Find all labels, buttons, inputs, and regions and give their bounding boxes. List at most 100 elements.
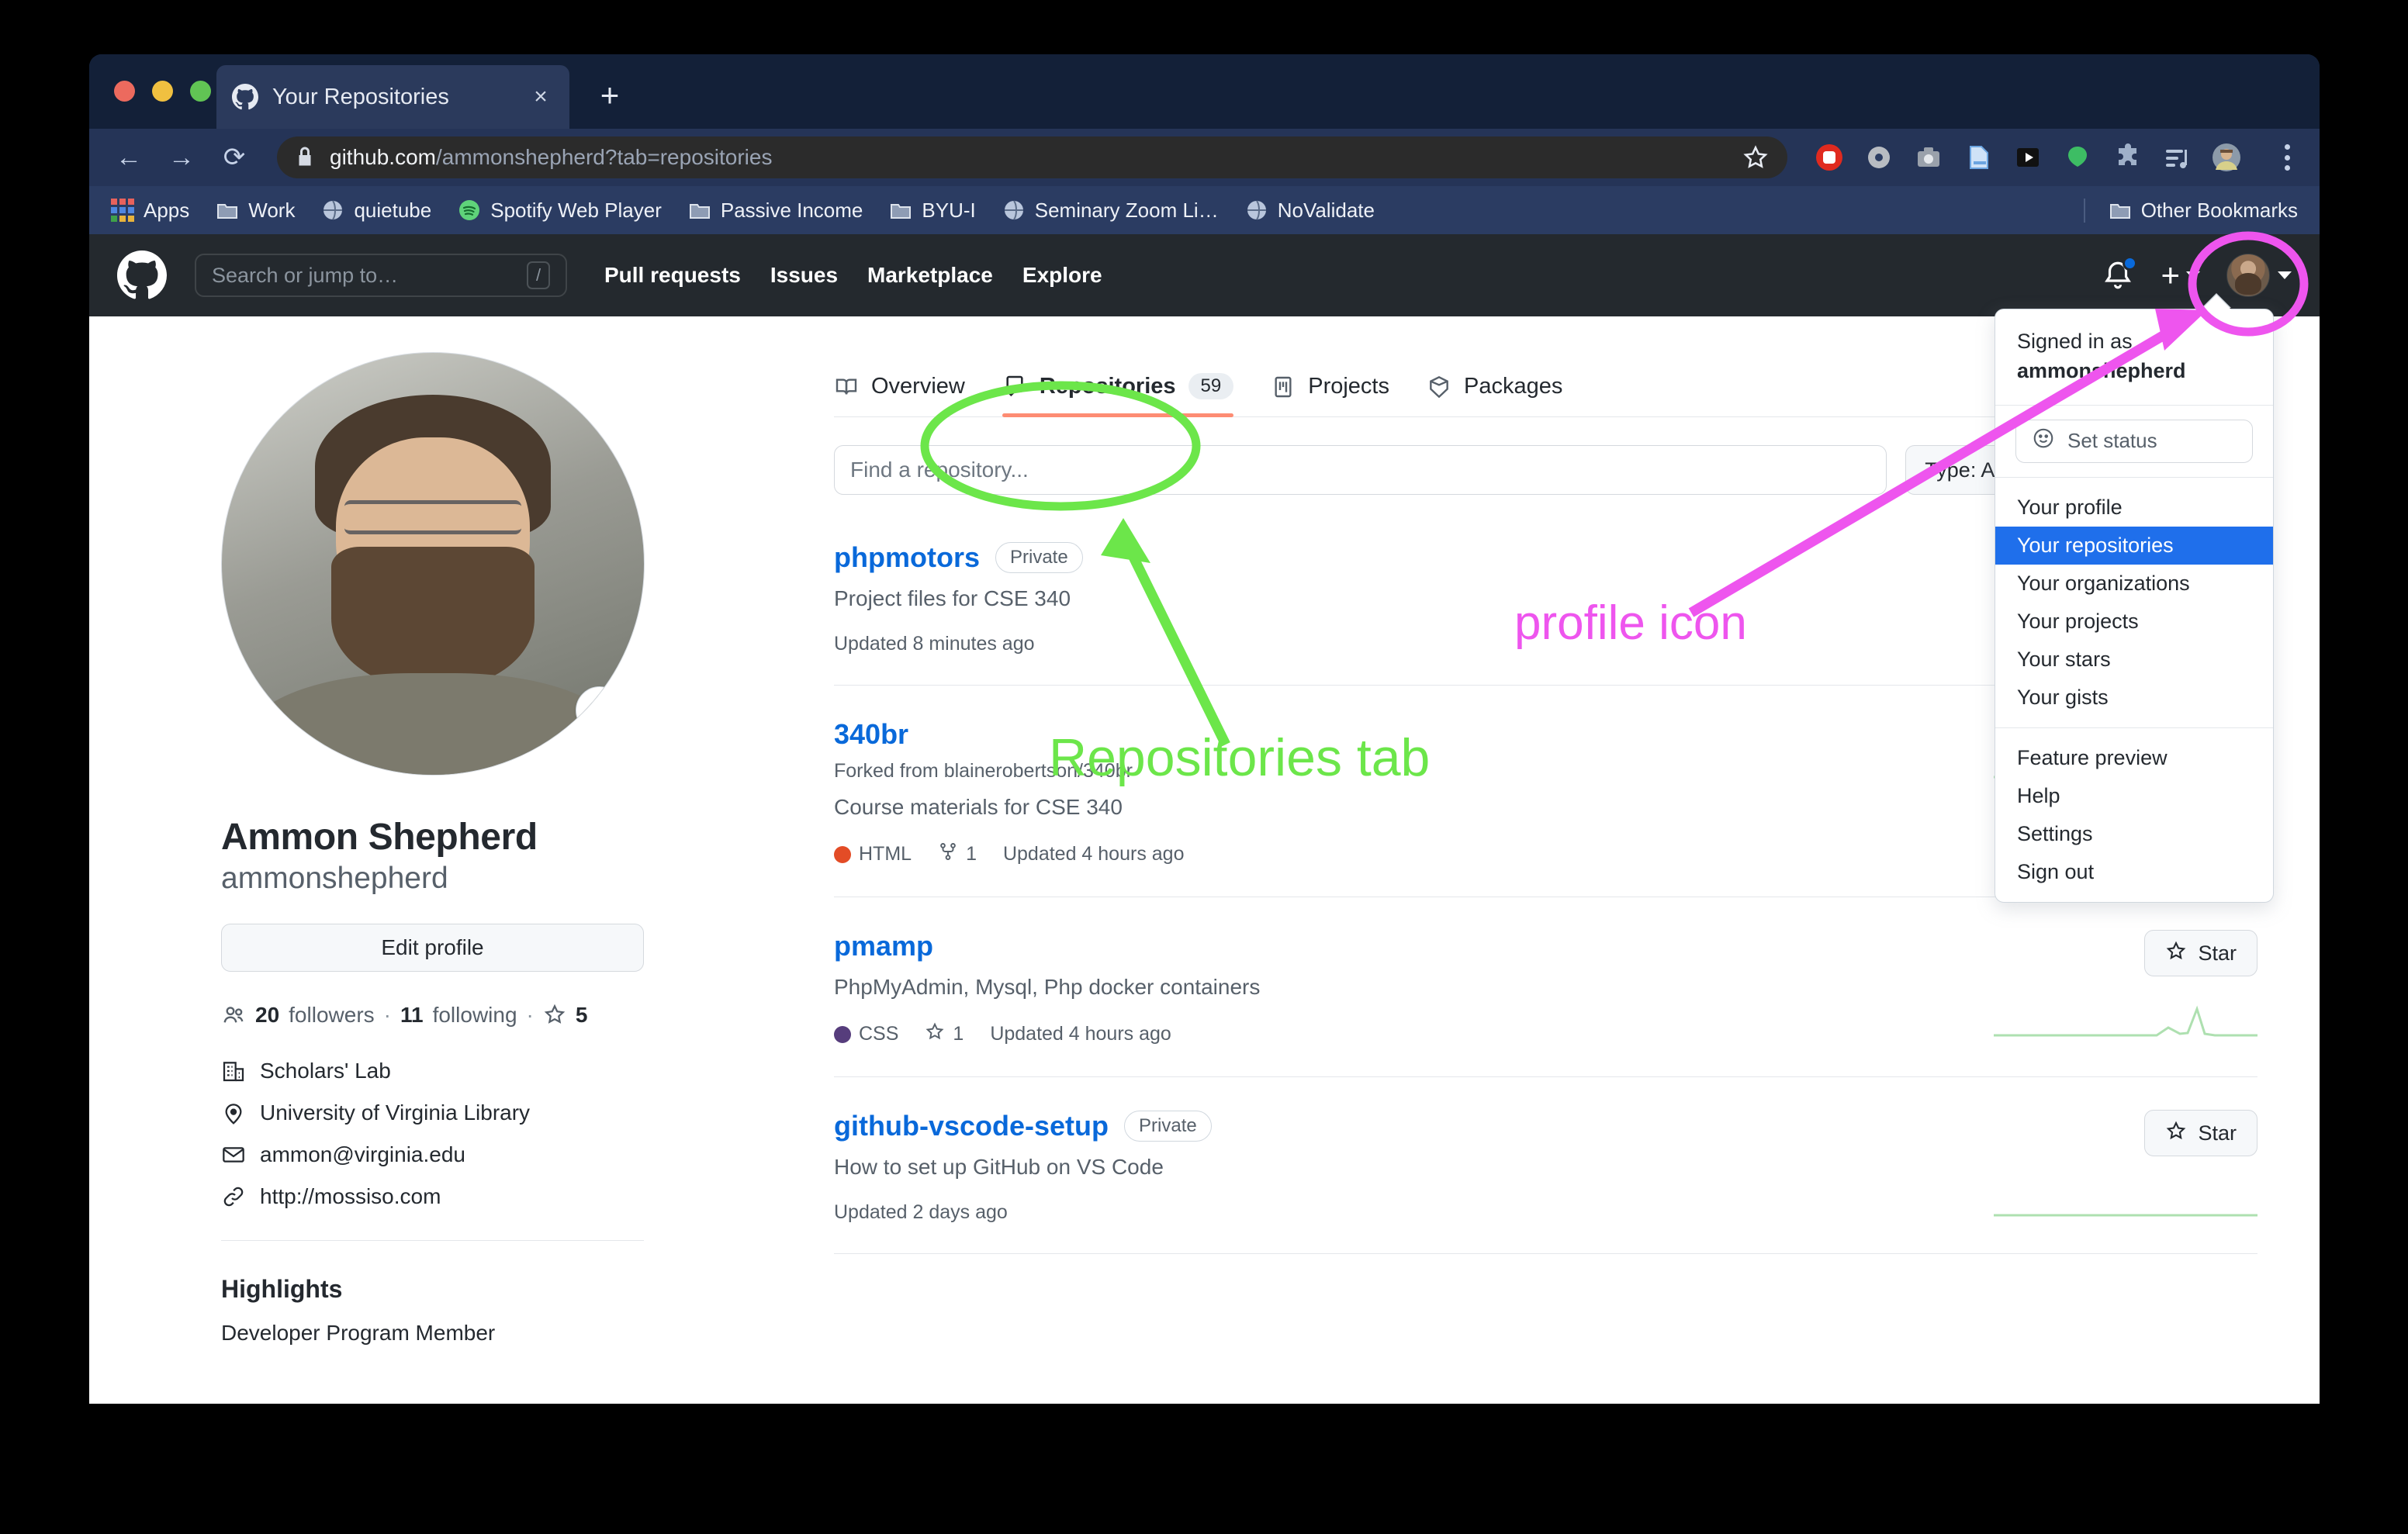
browser-address-bar: ← → ⟳ github.com/ammonshepherd?tab=repos… <box>89 129 2320 186</box>
browser-window: Your Repositories × + ← → ⟳ github.com/a… <box>89 54 2320 1404</box>
bookmark-quietube[interactable]: quietube <box>321 199 431 223</box>
profile-photo[interactable] <box>221 352 645 776</box>
notifications-button[interactable] <box>2102 256 2138 292</box>
gear-extension-icon[interactable] <box>1863 142 1894 173</box>
browser-tab[interactable]: Your Repositories × <box>216 65 569 129</box>
repository-meta: Updated 8 minutes ago <box>834 633 1932 655</box>
window-maximize-button[interactable] <box>190 81 211 102</box>
following-label[interactable]: following <box>433 1003 517 1028</box>
people-icon <box>221 1003 246 1028</box>
three-dot-menu-icon[interactable] <box>2276 141 2298 174</box>
menu-item-your-stars[interactable]: Your stars <box>1995 641 2273 679</box>
new-tab-button[interactable]: + <box>593 79 626 113</box>
stars-count[interactable]: 5 <box>576 1003 588 1028</box>
nav-explore[interactable]: Explore <box>1022 263 1102 288</box>
reload-icon[interactable]: ⟳ <box>216 140 252 175</box>
github-icon <box>232 84 258 110</box>
star-button-label: Star <box>2198 1121 2237 1145</box>
followers-label[interactable]: followers <box>289 1003 374 1028</box>
detail-email[interactable]: ammon@virginia.edu <box>221 1142 644 1167</box>
star-icon[interactable] <box>1742 144 1769 171</box>
plus-icon: + <box>2161 257 2180 293</box>
nav-marketplace[interactable]: Marketplace <box>867 263 993 288</box>
puzzle-extensions-icon[interactable] <box>2112 142 2143 173</box>
forward-icon[interactable]: → <box>164 140 199 175</box>
video-play-icon[interactable] <box>2012 142 2043 173</box>
github-mark-icon[interactable] <box>117 250 167 300</box>
address-url: github.com/ammonshepherd?tab=repositorie… <box>330 145 772 170</box>
bookmark-novalidate[interactable]: NoValidate <box>1245 199 1375 223</box>
spotify-icon <box>458 199 481 222</box>
playlist-music-icon[interactable] <box>2161 142 2192 173</box>
menu-item-your-repositories[interactable]: Your repositories <box>1995 526 2273 565</box>
nav-pull-requests[interactable]: Pull requests <box>604 263 741 288</box>
followers-count[interactable]: 20 <box>255 1003 279 1028</box>
repository-name-link[interactable]: 340br <box>834 718 908 751</box>
tab-repositories[interactable]: Repositories 59 <box>1002 373 1234 417</box>
adblock-icon[interactable] <box>1814 142 1845 173</box>
screenshot-camera-icon[interactable] <box>1913 142 1944 173</box>
menu-item-your-profile[interactable]: Your profile <box>1995 489 2273 527</box>
bookmark-apps[interactable]: Apps <box>111 199 189 223</box>
set-status-emoji-button[interactable] <box>576 686 624 734</box>
bookmark-label: Work <box>248 198 296 222</box>
set-status-button[interactable]: Set status <box>2015 419 2253 463</box>
repository-stars[interactable]: 1 <box>925 1021 964 1047</box>
window-close-button[interactable] <box>114 81 135 102</box>
repository-language: CSS <box>834 1023 898 1045</box>
detail-text[interactable]: ammon@virginia.edu <box>260 1142 465 1167</box>
edit-profile-button[interactable]: Edit profile <box>221 924 644 972</box>
search-input[interactable]: Search or jump to… / <box>195 254 567 297</box>
nav-issues[interactable]: Issues <box>770 263 838 288</box>
account-menu-group-two: Feature preview Help Settings Sign out <box>1995 728 2273 902</box>
tab-packages[interactable]: Packages <box>1427 374 1562 416</box>
green-bubble-icon[interactable] <box>2062 142 2093 173</box>
repository-info: pmamp PhpMyAdmin, Mysql, Php docker cont… <box>834 930 1932 1047</box>
menu-item-your-organizations[interactable]: Your organizations <box>1995 565 2273 603</box>
mail-icon <box>221 1142 246 1167</box>
repo-icon <box>1002 374 1027 399</box>
find-repository-input[interactable]: Find a repository... <box>834 445 1887 495</box>
repository-meta: HTML 1 Updated 4 hours ago <box>834 841 1932 867</box>
stat-separator: · <box>383 1003 391 1027</box>
highlights-item: Developer Program Member <box>221 1321 496 1345</box>
other-bookmarks-button[interactable]: Other Bookmarks <box>2083 198 2298 223</box>
create-new-button[interactable]: + <box>2161 257 2200 293</box>
bookmark-work[interactable]: Work <box>216 199 295 223</box>
menu-item-your-projects[interactable]: Your projects <box>1995 603 2273 641</box>
repository-forks[interactable]: 1 <box>938 841 977 867</box>
following-count[interactable]: 11 <box>400 1003 424 1028</box>
address-input[interactable]: github.com/ammonshepherd?tab=repositorie… <box>277 136 1787 178</box>
bookmark-spotify[interactable]: Spotify Web Player <box>458 199 662 223</box>
tab-projects[interactable]: Projects <box>1271 374 1389 416</box>
menu-item-sign-out[interactable]: Sign out <box>1995 853 2273 891</box>
repository-meta: Updated 2 days ago <box>834 1201 1932 1224</box>
repository-name-link[interactable]: phpmotors <box>834 541 980 574</box>
window-minimize-button[interactable] <box>152 81 173 102</box>
other-bookmarks-label: Other Bookmarks <box>2140 198 2298 222</box>
account-menu-button[interactable] <box>2226 254 2292 297</box>
detail-website[interactable]: http://mossiso.com <box>221 1184 644 1209</box>
photo-beard <box>331 547 535 691</box>
back-icon[interactable]: ← <box>111 140 147 175</box>
menu-item-feature-preview[interactable]: Feature preview <box>1995 739 2273 777</box>
browser-profile-avatar[interactable] <box>2211 142 2242 173</box>
repository-name-link[interactable]: pmamp <box>834 930 933 962</box>
repository-name-link[interactable]: github-vscode-setup <box>834 1110 1109 1142</box>
bookmark-byu-i[interactable]: BYU-I <box>889 199 976 223</box>
profile-page-body: Ammon Shepherd ammonshepherd Edit profil… <box>89 316 2320 1404</box>
menu-item-settings[interactable]: Settings <box>1995 815 2273 853</box>
close-icon[interactable]: × <box>528 84 554 110</box>
document-icon[interactable] <box>1963 142 1994 173</box>
bookmark-passive-income[interactable]: Passive Income <box>688 199 863 223</box>
bookmark-seminary-zoom[interactable]: Seminary Zoom Li… <box>1002 199 1219 223</box>
detail-text[interactable]: http://mossiso.com <box>260 1184 441 1209</box>
star-button[interactable]: Star <box>2144 1110 2258 1156</box>
star-button[interactable]: Star <box>2144 930 2258 976</box>
photo-glasses <box>344 500 522 534</box>
find-repository-placeholder: Find a repository... <box>850 458 1029 482</box>
tab-overview[interactable]: Overview <box>834 374 965 416</box>
menu-item-your-gists[interactable]: Your gists <box>1995 679 2273 717</box>
menu-item-help[interactable]: Help <box>1995 777 2273 815</box>
language-label: HTML <box>859 843 912 865</box>
